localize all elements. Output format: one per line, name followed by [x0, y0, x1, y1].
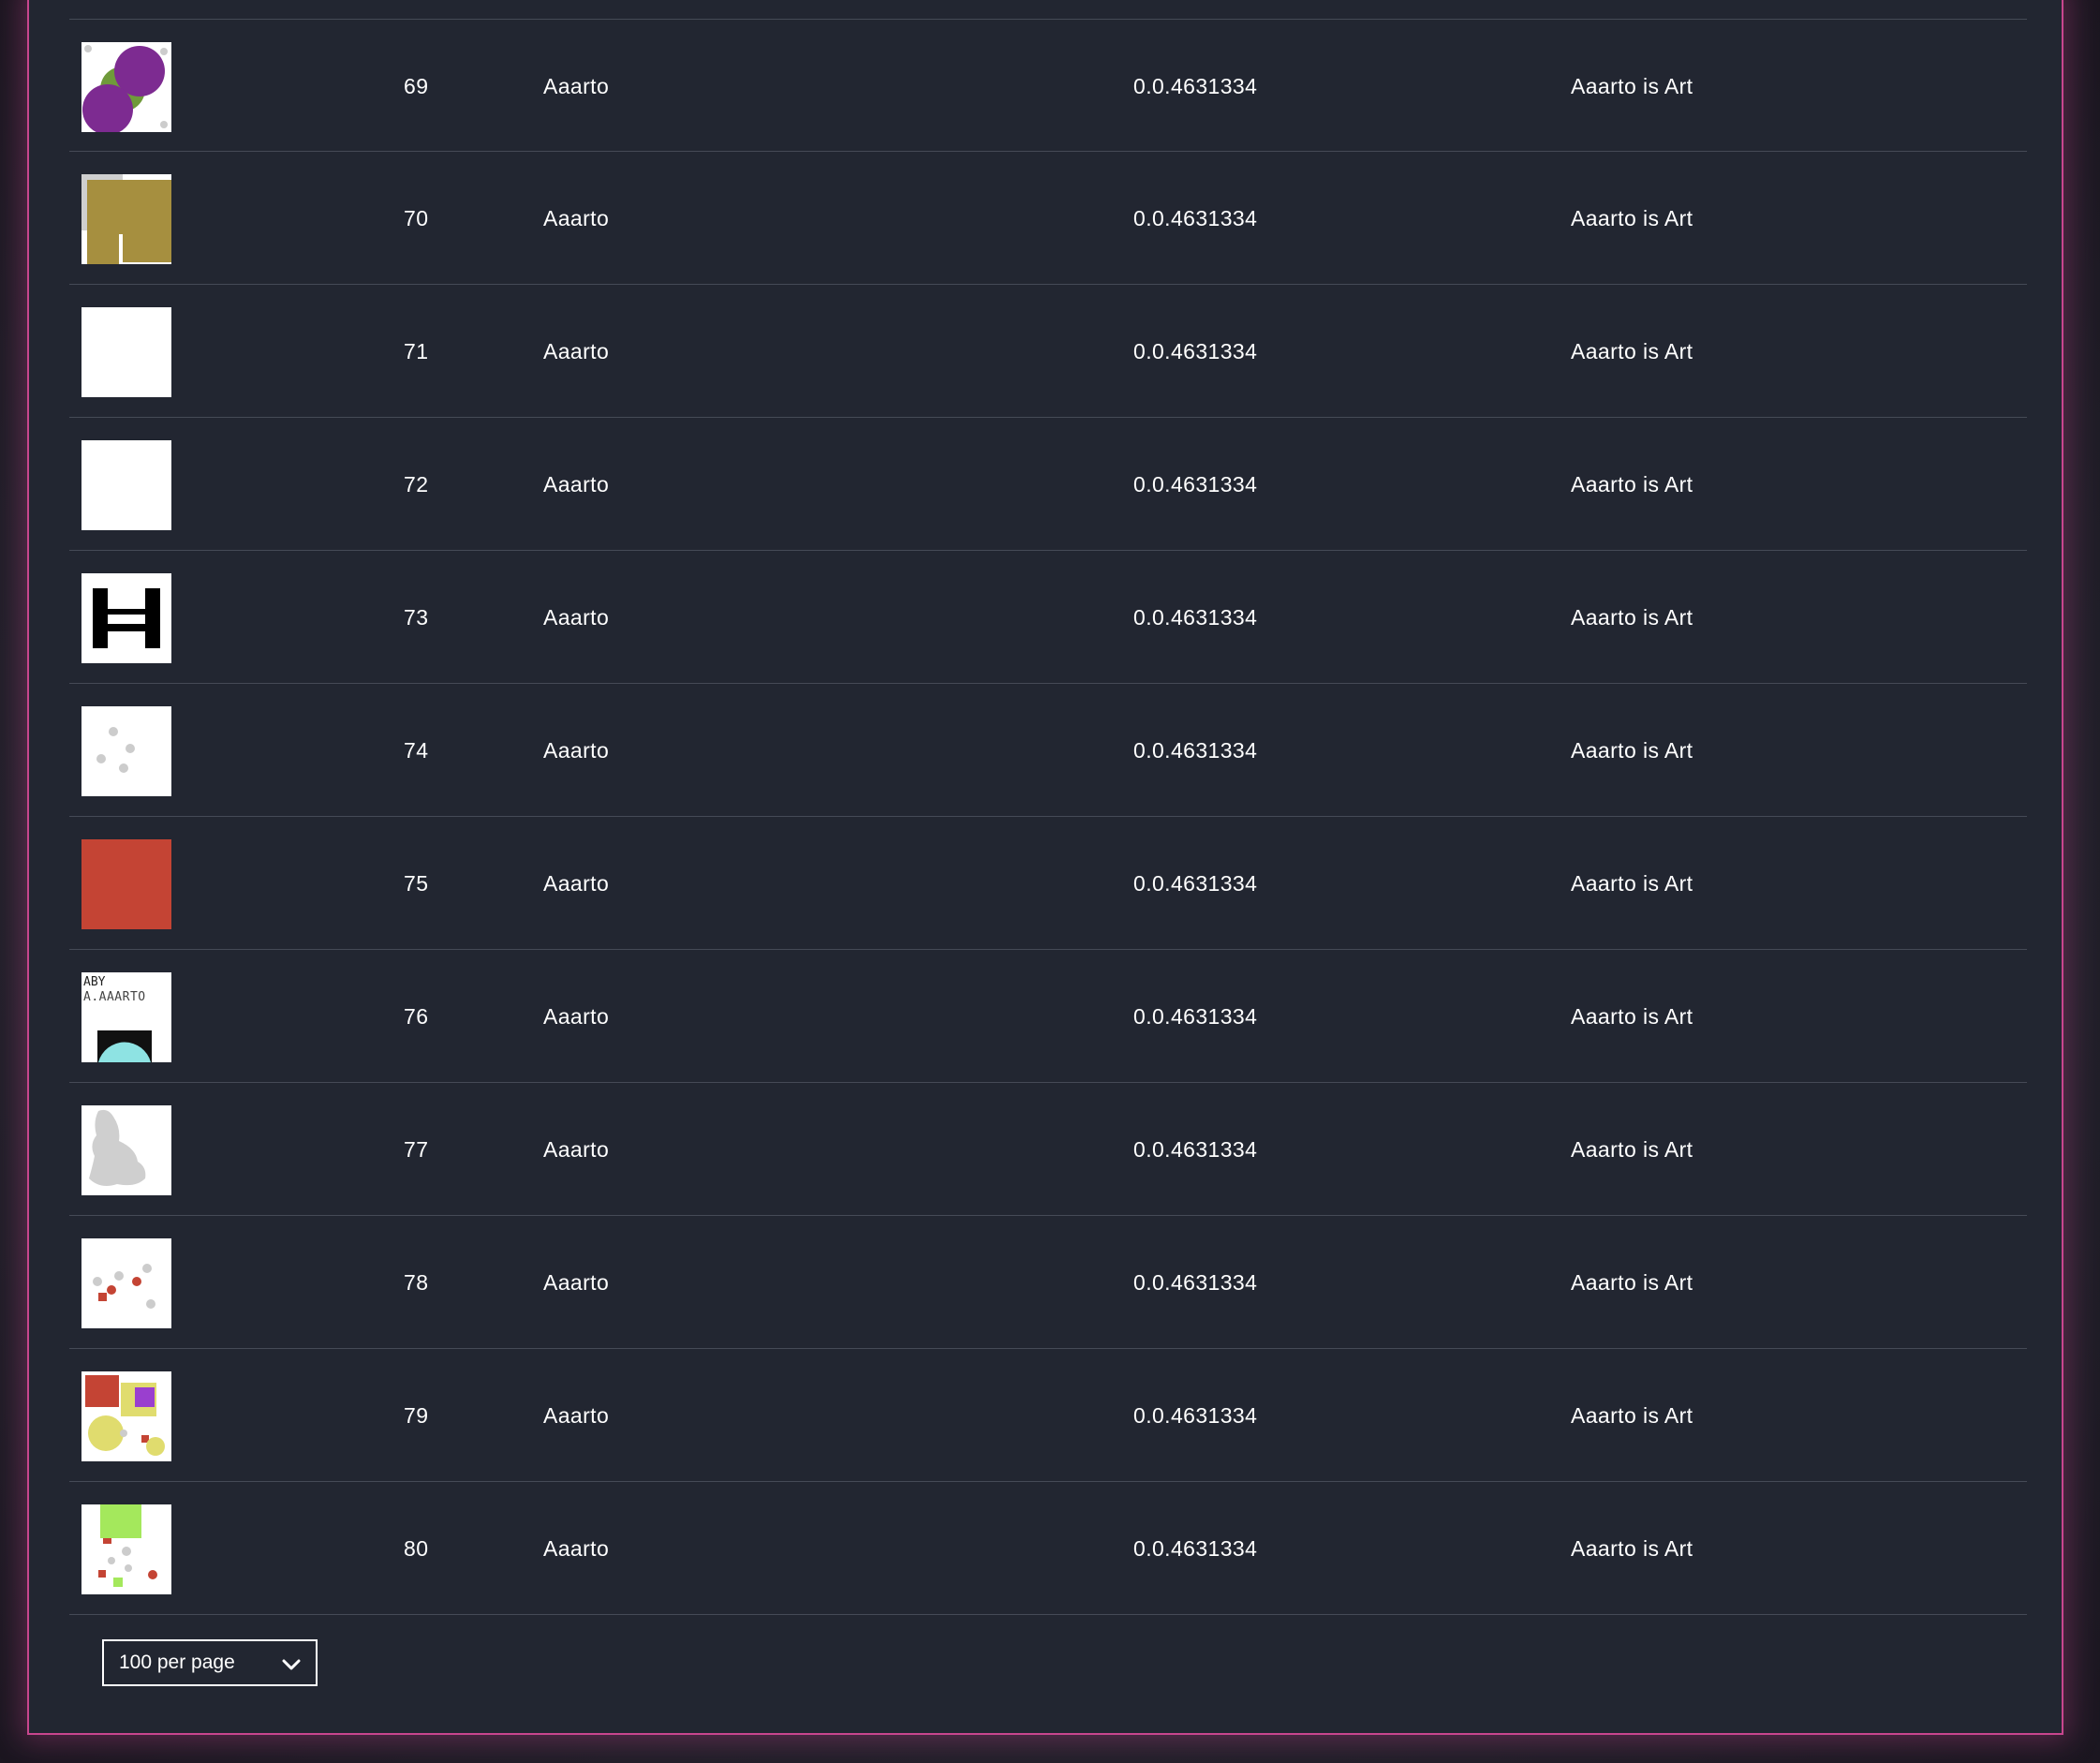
token-id: 76 [404, 1004, 429, 1029]
token-name: Aaarto [543, 605, 610, 630]
token-name: Aaarto [543, 339, 610, 363]
table-row[interactable]: 80 Aaarto 0.0.4631334 Aaarto is Art [69, 1482, 2027, 1615]
token-id: 71 [404, 339, 429, 363]
collection-name: Aaarto is Art [1571, 74, 1693, 98]
nft-thumbnail-red-grey-dots[interactable] [81, 1238, 171, 1328]
token-version: 0.0.4631334 [1133, 1403, 1258, 1428]
collection-name: Aaarto is Art [1571, 1270, 1693, 1295]
collection-name: Aaarto is Art [1571, 738, 1693, 763]
token-id: 69 [404, 74, 429, 98]
table-row[interactable]: 73 Aaarto 0.0.4631334 Aaarto is Art [69, 551, 2027, 684]
nft-thumbnail-black-h-shape[interactable] [81, 573, 171, 663]
token-id: 79 [404, 1403, 429, 1428]
token-version: 0.0.4631334 [1133, 1536, 1258, 1561]
nft-thumbnail-blank-white[interactable] [81, 440, 171, 530]
table-row[interactable]: 71 Aaarto 0.0.4631334 Aaarto is Art [69, 285, 2027, 418]
token-id: 80 [404, 1536, 429, 1561]
nft-thumbnail-purple-green-circles[interactable] [81, 42, 171, 132]
token-version: 0.0.4631334 [1133, 74, 1258, 98]
token-version: 0.0.4631334 [1133, 339, 1258, 363]
nft-thumbnail-blank-white[interactable] [81, 307, 171, 397]
collection-name: Aaarto is Art [1571, 206, 1693, 230]
table-row[interactable]: 77 Aaarto 0.0.4631334 Aaarto is Art [69, 1083, 2027, 1216]
collection-name: Aaarto is Art [1571, 1536, 1693, 1561]
token-id: 73 [404, 605, 429, 630]
table-row[interactable]: 79 Aaarto 0.0.4631334 Aaarto is Art [69, 1349, 2027, 1482]
nft-thumbnail-text-cyan-dome[interactable]: ABY A.AAARTO [81, 972, 171, 1062]
table-row[interactable]: 78 Aaarto 0.0.4631334 Aaarto is Art [69, 1216, 2027, 1349]
collection-name: Aaarto is Art [1571, 472, 1693, 496]
svg-text:ABY: ABY [83, 975, 106, 989]
nft-thumbnail-green-block-dots[interactable] [81, 1504, 171, 1594]
token-id: 78 [404, 1270, 429, 1295]
collection-name: Aaarto is Art [1571, 605, 1693, 630]
collection-name: Aaarto is Art [1571, 871, 1693, 896]
nft-thumbnail-gold-block[interactable] [81, 174, 171, 264]
collection-name: Aaarto is Art [1571, 1137, 1693, 1162]
token-name: Aaarto [543, 1536, 610, 1561]
page: 69 Aaarto 0.0.4631334 Aaarto is Art 70 Aaarto… [0, 0, 2100, 1763]
token-name: Aaarto [543, 472, 610, 496]
token-id: 77 [404, 1137, 429, 1162]
token-version: 0.0.4631334 [1133, 1270, 1258, 1295]
token-name: Aaarto [543, 738, 610, 763]
token-id: 70 [404, 206, 429, 230]
token-name: Aaarto [543, 1004, 610, 1029]
token-version: 0.0.4631334 [1133, 871, 1258, 896]
token-id: 72 [404, 472, 429, 496]
nft-table-panel: 69 Aaarto 0.0.4631334 Aaarto is Art 70 Aaarto… [27, 0, 2063, 1735]
collection-name: Aaarto is Art [1571, 1004, 1693, 1029]
table-row[interactable]: ABY A.AAARTO 76 Aaarto 0.0.4631334 Aaarto is … [69, 950, 2027, 1083]
svg-text:A.AAARTO: A.AAARTO [83, 990, 146, 1004]
token-version: 0.0.4631334 [1133, 738, 1258, 763]
token-name: Aaarto [543, 206, 610, 230]
nft-thumbnail-red-square[interactable] [81, 839, 171, 929]
nft-thumbnail-red-yellow-purple-shapes[interactable] [81, 1371, 171, 1461]
token-id: 75 [404, 871, 429, 896]
table-row[interactable]: 70 Aaarto 0.0.4631334 Aaarto is Art [69, 152, 2027, 285]
token-version: 0.0.4631334 [1133, 472, 1258, 496]
token-id: 74 [404, 738, 429, 763]
table-row[interactable]: 74 Aaarto 0.0.4631334 Aaarto is Art [69, 684, 2027, 817]
collection-name: Aaarto is Art [1571, 339, 1693, 363]
token-name: Aaarto [543, 74, 610, 98]
token-name: Aaarto [543, 1137, 610, 1162]
per-page-label: 100 per page [119, 1652, 235, 1673]
table-row[interactable]: 75 Aaarto 0.0.4631334 Aaarto is Art [69, 817, 2027, 950]
token-version: 0.0.4631334 [1133, 605, 1258, 630]
token-name: Aaarto [543, 1270, 610, 1295]
token-name: Aaarto [543, 1403, 610, 1428]
chevron-down-icon [282, 1659, 301, 1670]
token-version: 0.0.4631334 [1133, 1137, 1258, 1162]
per-page-select[interactable]: 100 per page [102, 1639, 318, 1686]
token-version: 0.0.4631334 [1133, 206, 1258, 230]
token-version: 0.0.4631334 [1133, 1004, 1258, 1029]
table-row[interactable]: 72 Aaarto 0.0.4631334 Aaarto is Art [69, 418, 2027, 551]
collection-name: Aaarto is Art [1571, 1403, 1693, 1428]
table-body: 69 Aaarto 0.0.4631334 Aaarto is Art 70 Aaarto… [69, 19, 2027, 1615]
token-name: Aaarto [543, 871, 610, 896]
nft-thumbnail-grey-dots[interactable] [81, 706, 171, 796]
table-row[interactable]: 69 Aaarto 0.0.4631334 Aaarto is Art [69, 19, 2027, 152]
nft-thumbnail-grey-blob[interactable] [81, 1105, 171, 1195]
